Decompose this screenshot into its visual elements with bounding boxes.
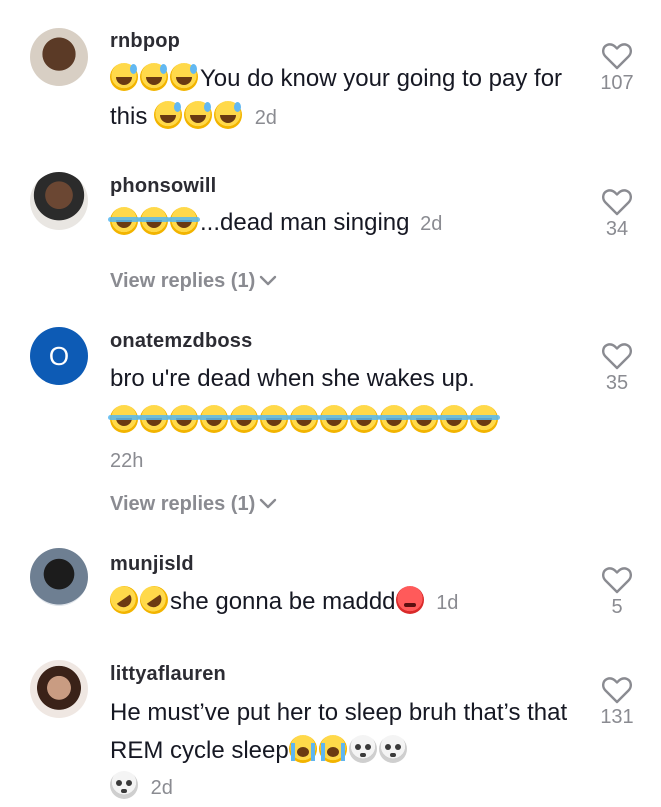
tears-of-joy-emoji-icon (198, 405, 230, 433)
like-count: 35 (605, 372, 629, 394)
avatar[interactable]: O (30, 327, 88, 385)
like-button[interactable]: 5 (590, 566, 644, 619)
view-replies-label: View replies (1) (110, 270, 256, 292)
tears-of-joy-emoji-icon (228, 405, 260, 433)
like-button[interactable]: 34 (590, 188, 644, 241)
tears-of-joy-emoji-icon (258, 405, 290, 433)
comment-username[interactable]: littyaflauren (110, 663, 226, 686)
grinning-sweat-emoji-icon (214, 101, 243, 129)
skull-emoji-icon (348, 735, 377, 763)
comment-text: ...dead man singing 2d (108, 204, 580, 243)
heart-icon (602, 189, 632, 216)
skull-emoji-icon (110, 771, 138, 799)
tears-of-joy-emoji-icon (168, 405, 200, 433)
comment-username[interactable]: rnbpop (110, 30, 180, 53)
comment-text: He must’ve put her to sleep bruh that’s … (110, 694, 580, 805)
heart-icon (602, 567, 632, 594)
rofl-emoji-icon (134, 580, 174, 620)
grinning-sweat-emoji-icon (184, 101, 213, 129)
comment-tail: 2d (110, 770, 580, 805)
grinning-sweat-emoji-icon (140, 63, 168, 91)
chevron-down-icon (260, 275, 277, 286)
comment-time: 2d (150, 777, 173, 799)
comment-time: 1d (436, 592, 459, 614)
like-count: 34 (605, 218, 629, 240)
tears-of-joy-emoji-icon (408, 405, 440, 433)
grinning-sweat-emoji-icon (110, 63, 138, 91)
comment-username[interactable]: phonsowill (110, 175, 216, 198)
tears-of-joy-emoji-icon (318, 405, 350, 433)
view-replies-label: View replies (1) (110, 493, 256, 515)
like-button[interactable]: 107 (590, 42, 644, 95)
comment-text: You do know your going to pay for this 2… (110, 60, 580, 137)
like-count: 131 (600, 706, 634, 728)
avatar[interactable] (30, 548, 88, 606)
comment-body: she gonna be maddd (170, 588, 396, 615)
comment-username[interactable]: munjisld (110, 553, 194, 576)
tears-of-joy-emoji-icon (348, 405, 380, 433)
skull-emoji-icon (378, 735, 407, 763)
loudly-crying-emoji-icon (318, 735, 347, 763)
grinning-sweat-emoji-icon (170, 63, 198, 91)
emoji-row (108, 402, 570, 440)
tears-of-joy-emoji-icon (108, 207, 140, 235)
comment-text: bro u're dead when she wakes up. 22h (108, 360, 570, 476)
view-replies-button[interactable]: View replies (1) (110, 493, 277, 516)
tears-of-joy-emoji-icon (288, 405, 320, 433)
comment-time: 22h (110, 450, 144, 472)
loudly-crying-emoji-icon (288, 735, 317, 763)
comment-time: 2d (420, 213, 443, 235)
comment-body: ...dead man singing (200, 209, 410, 236)
tears-of-joy-emoji-icon (108, 405, 140, 433)
avatar[interactable] (30, 660, 88, 718)
like-button[interactable]: 131 (590, 676, 644, 729)
tears-of-joy-emoji-icon (168, 207, 200, 235)
chevron-down-icon (260, 498, 277, 509)
tears-of-joy-emoji-icon (138, 207, 170, 235)
comment-time: 2d (254, 107, 277, 129)
tears-of-joy-emoji-icon (138, 405, 170, 433)
tears-of-joy-emoji-icon (378, 405, 410, 433)
view-replies-button[interactable]: View replies (1) (110, 270, 277, 293)
avatar-letter: O (48, 340, 70, 371)
avatar[interactable] (30, 28, 88, 86)
like-count: 5 (611, 596, 623, 618)
heart-icon (602, 677, 632, 704)
comment-username[interactable]: onatemzdboss (110, 330, 252, 353)
heart-icon (602, 43, 632, 70)
heart-icon (602, 343, 632, 370)
tears-of-joy-emoji-icon (468, 405, 500, 433)
angry-face-emoji-icon (395, 586, 424, 614)
grinning-sweat-emoji-icon (154, 101, 183, 129)
tears-of-joy-emoji-icon (438, 405, 470, 433)
comment-text: she gonna be maddd 1d (104, 580, 580, 622)
like-count: 107 (600, 72, 634, 94)
like-button[interactable]: 35 (590, 342, 644, 395)
avatar[interactable] (30, 172, 88, 230)
rofl-emoji-icon (104, 580, 144, 620)
comment-body: bro u're dead when she wakes up. (110, 365, 475, 392)
